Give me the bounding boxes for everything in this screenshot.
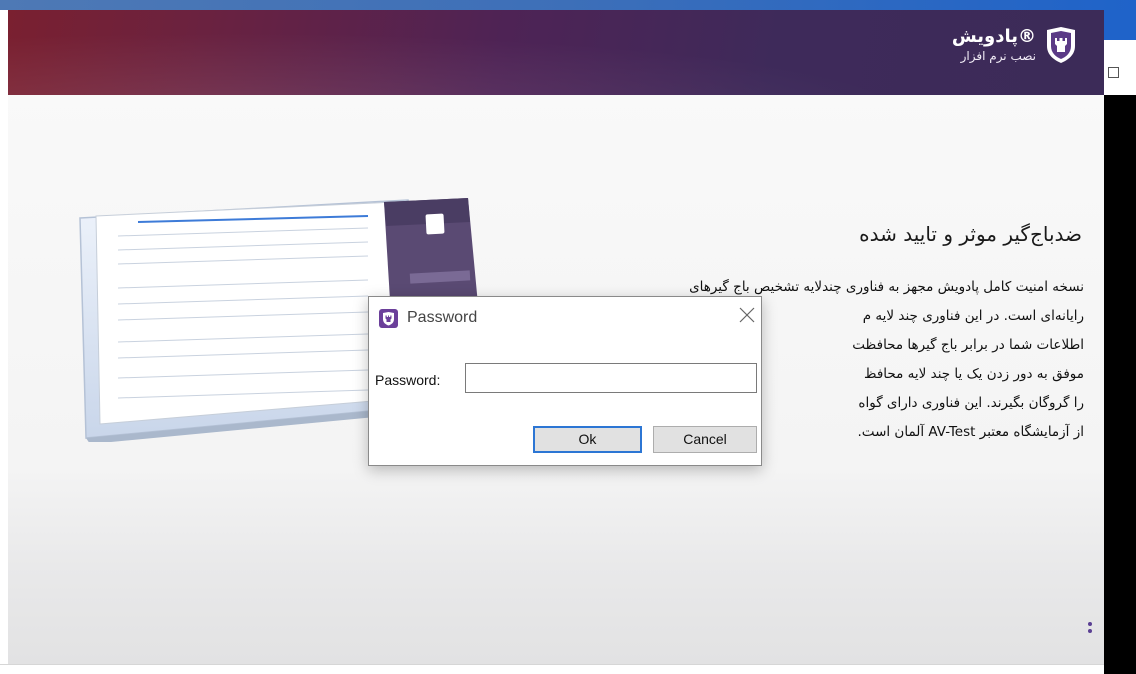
padvish-shield-logo-icon bbox=[1047, 27, 1075, 63]
password-input[interactable] bbox=[465, 363, 757, 393]
dialog-titlebar[interactable]: Password bbox=[369, 297, 761, 341]
top-window-strip bbox=[0, 0, 1136, 10]
background-window-titlebar bbox=[1104, 10, 1136, 40]
brand-header: پادویش® نصب نرم افزار bbox=[952, 26, 1078, 64]
password-label: Password: bbox=[375, 372, 441, 388]
close-icon[interactable] bbox=[737, 305, 757, 325]
cancel-button[interactable]: Cancel bbox=[653, 426, 757, 453]
password-dialog: Password Password: Ok Cancel bbox=[368, 296, 762, 466]
padvish-app-icon bbox=[379, 309, 398, 328]
background-black-area bbox=[1104, 95, 1136, 674]
brand-subtitle: نصب نرم افزار bbox=[960, 49, 1036, 63]
background-checkbox[interactable] bbox=[1108, 67, 1119, 78]
feature-headline: ضدباج‌گیر موثر و تایید شده bbox=[859, 222, 1082, 246]
ok-button[interactable]: Ok bbox=[533, 426, 642, 453]
brand-name: پادویش® bbox=[951, 26, 1036, 47]
dialog-title: Password bbox=[407, 309, 478, 326]
progress-dots-icon bbox=[1086, 620, 1094, 636]
